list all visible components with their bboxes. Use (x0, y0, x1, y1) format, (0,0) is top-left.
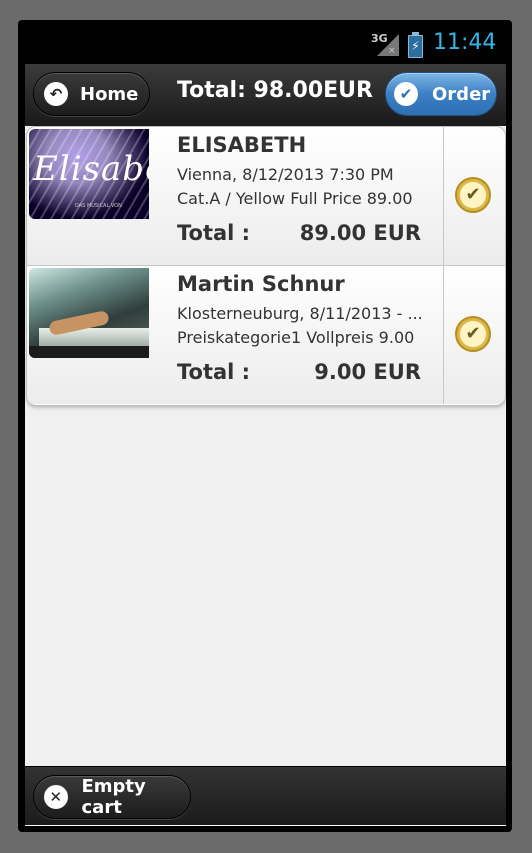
selected-checkbox-icon[interactable]: ✔ (455, 177, 491, 213)
cart-content: Elisabeth DAS MUSICAL VON ELISABETH Vien… (25, 126, 506, 766)
checkmark-icon: ✔ (460, 321, 486, 347)
item-divider (443, 266, 444, 404)
thumbnail-subtext: DAS MUSICAL VON (75, 203, 122, 209)
close-icon: ✕ (44, 785, 68, 809)
clock: 11:44 (433, 30, 497, 55)
header-bar: ↶ Home Total: 98.00EUR ✔ Order (25, 64, 506, 127)
network-type: 3G (371, 32, 388, 45)
empty-cart-label: Empty cart (81, 776, 146, 818)
page-title: Total: 98.00EUR (177, 78, 373, 103)
checkmark-icon: ✔ (460, 182, 486, 208)
thumbnail-shadow (29, 346, 149, 358)
screen: 3G × ⚡ 11:44 ↶ Home Total: 98.00EUR ✔ Or… (25, 22, 506, 826)
cart-item[interactable]: Elisabeth DAS MUSICAL VON ELISABETH Vien… (27, 127, 505, 266)
home-button-label: Home (80, 83, 139, 105)
order-button[interactable]: ✔ Order (385, 72, 497, 116)
item-price-category: Preiskategorie1 Vollpreis 9.00 (177, 328, 415, 347)
item-total-value: 9.00 EUR (314, 360, 421, 384)
status-bar: 3G × ⚡ 11:44 (25, 22, 506, 64)
empty-cart-button[interactable]: ✕ Empty cart (33, 775, 191, 819)
item-price-category: Cat.A / Yellow Full Price 89.00 (177, 189, 413, 208)
event-thumbnail: Elisabeth DAS MUSICAL VON (29, 129, 149, 219)
item-total-value: 89.00 EUR (299, 221, 421, 245)
check-icon: ✔ (394, 82, 418, 106)
cart-item[interactable]: Martin Schnur Klosterneuburg, 8/11/2013 … (27, 266, 505, 404)
footer-underline (25, 825, 506, 826)
no-data-icon: × (388, 46, 396, 56)
home-button[interactable]: ↶ Home (33, 72, 150, 116)
selected-checkbox-icon[interactable]: ✔ (455, 316, 491, 352)
footer-bar: ✕ Empty cart (25, 766, 506, 826)
item-venue-date: Klosterneuburg, 8/11/2013 - ... (177, 304, 423, 323)
item-total-label: Total : (177, 221, 251, 245)
item-title: Martin Schnur (177, 272, 345, 296)
item-divider (443, 127, 444, 265)
back-arrow-icon: ↶ (44, 82, 68, 106)
item-venue-date: Vienna, 8/12/2013 7:30 PM (177, 165, 394, 184)
item-title: ELISABETH (177, 133, 307, 157)
event-thumbnail (29, 268, 149, 358)
thumbnail-logo-text: Elisabeth (33, 149, 149, 189)
battery-charging-icon: ⚡ (408, 32, 423, 58)
item-total-label: Total : (177, 360, 251, 384)
order-button-label: Order (432, 83, 491, 105)
cart-list: Elisabeth DAS MUSICAL VON ELISABETH Vien… (26, 126, 506, 406)
